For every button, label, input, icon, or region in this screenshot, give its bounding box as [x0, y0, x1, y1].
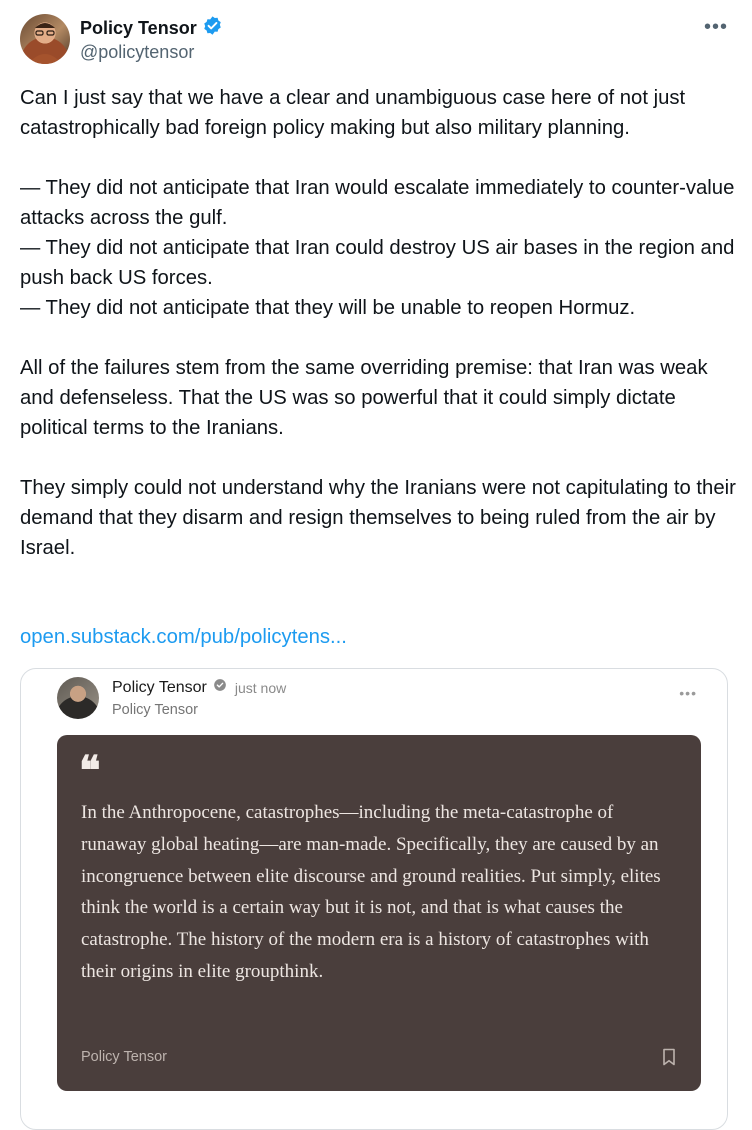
author-avatar[interactable]	[20, 14, 70, 64]
card-author-name: Policy Tensor	[112, 678, 207, 696]
card-more-icon[interactable]: •••	[679, 685, 697, 701]
author-name-row: Policy Tensor	[80, 15, 223, 41]
quote-footer-label: Policy Tensor	[81, 1049, 167, 1065]
card-verified-icon	[213, 678, 227, 697]
quote-mark-icon: ❝	[79, 747, 101, 794]
card-header: Policy Tensor just now	[112, 678, 286, 697]
verified-badge-icon	[202, 15, 223, 41]
card-publication: Policy Tensor	[112, 702, 198, 718]
more-icon[interactable]: •••	[704, 16, 728, 39]
substack-card[interactable]: Policy Tensor just now Policy Tensor •••…	[20, 668, 728, 1130]
quote-text: In the Anthropocene, catastrophes—includ…	[81, 802, 661, 982]
tweet-link[interactable]: open.substack.com/pub/policytens...	[20, 622, 347, 652]
author-display-name[interactable]: Policy Tensor	[80, 18, 197, 39]
card-author-avatar	[57, 677, 99, 719]
tweet-text: Can I just say that we have a clear and …	[20, 87, 736, 559]
bookmark-icon[interactable]	[661, 1048, 677, 1071]
quote-box: ❝ In the Anthropocene, catastrophes—incl…	[57, 735, 701, 1091]
card-timestamp: just now	[234, 679, 287, 696]
author-handle[interactable]: @policytensor	[80, 42, 194, 63]
